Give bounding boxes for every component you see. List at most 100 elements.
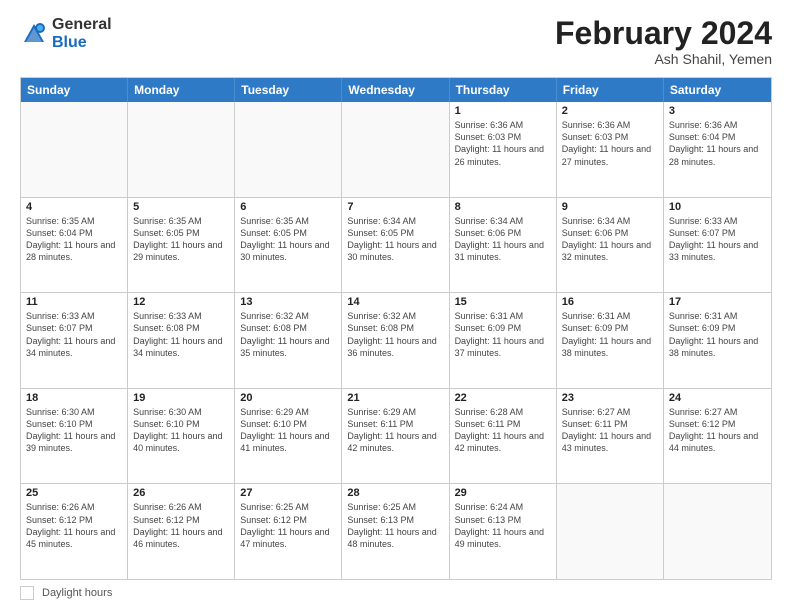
calendar-cell: 15Sunrise: 6:31 AM Sunset: 6:09 PM Dayli… bbox=[450, 293, 557, 388]
cell-detail: Sunrise: 6:29 AM Sunset: 6:10 PM Dayligh… bbox=[240, 406, 336, 455]
cell-detail: Sunrise: 6:31 AM Sunset: 6:09 PM Dayligh… bbox=[669, 310, 766, 359]
calendar-cell: 1Sunrise: 6:36 AM Sunset: 6:03 PM Daylig… bbox=[450, 102, 557, 197]
calendar-cell: 5 Sunrise: 6:35 AM Sunset: 6:05 PM Daylig… bbox=[128, 198, 235, 293]
day-number: 12 bbox=[133, 296, 229, 308]
calendar-cell: 10 Sunrise: 6:33 AM Sunset: 6:07 PM Dayli… bbox=[664, 198, 771, 293]
daylight-hours-label: Daylight hours bbox=[42, 587, 112, 599]
day-number: 29 bbox=[455, 487, 551, 499]
cell-detail: Sunrise: 6:33 AM Sunset: 6:08 PM Dayligh… bbox=[133, 310, 229, 359]
daylight-box bbox=[20, 586, 34, 600]
calendar: SundayMondayTuesdayWednesdayThursdayFrid… bbox=[20, 77, 772, 580]
cell-detail: Sunrise: 6:29 AM Sunset: 6:11 PM Dayligh… bbox=[347, 406, 443, 455]
logo-general: General bbox=[52, 16, 112, 34]
day-number: 16 bbox=[562, 296, 658, 308]
calendar-cell: 23Sunrise: 6:27 AM Sunset: 6:11 PM Dayli… bbox=[557, 389, 664, 484]
logo-icon bbox=[20, 20, 48, 48]
calendar-cell bbox=[664, 484, 771, 579]
day-number: 26 bbox=[133, 487, 229, 499]
cell-detail: Sunrise: 6:33 AM Sunset: 6:07 PM Dayligh… bbox=[669, 215, 766, 264]
calendar-cell: 18Sunrise: 6:30 AM Sunset: 6:10 PM Dayli… bbox=[21, 389, 128, 484]
calendar-cell: 14 Sunrise: 6:32 AM Sunset: 6:08 PM Dayli… bbox=[342, 293, 449, 388]
calendar-cell bbox=[128, 102, 235, 197]
calendar-week: 11 Sunrise: 6:33 AM Sunset: 6:07 PM Dayli… bbox=[21, 293, 771, 389]
cell-detail: Sunrise: 6:34 AM Sunset: 6:05 PM Dayligh… bbox=[347, 215, 443, 264]
page: General Blue February 2024 Ash Shahil, Y… bbox=[0, 0, 792, 612]
calendar-header-cell: Friday bbox=[557, 78, 664, 102]
day-number: 14 bbox=[347, 296, 443, 308]
calendar-cell: 21 Sunrise: 6:29 AM Sunset: 6:11 PM Dayli… bbox=[342, 389, 449, 484]
day-number: 8 bbox=[455, 201, 551, 213]
day-number: 11 bbox=[26, 296, 122, 308]
calendar-cell: 19 Sunrise: 6:30 AM Sunset: 6:10 PM Dayli… bbox=[128, 389, 235, 484]
cell-detail: Sunrise: 6:32 AM Sunset: 6:08 PM Dayligh… bbox=[347, 310, 443, 359]
cell-detail: Sunrise: 6:28 AM Sunset: 6:11 PM Dayligh… bbox=[455, 406, 551, 455]
day-number: 4 bbox=[26, 201, 122, 213]
title-block: February 2024 Ash Shahil, Yemen bbox=[555, 16, 772, 67]
calendar-body: 1Sunrise: 6:36 AM Sunset: 6:03 PM Daylig… bbox=[21, 102, 771, 579]
day-number: 6 bbox=[240, 201, 336, 213]
calendar-cell: 27 Sunrise: 6:25 AM Sunset: 6:12 PM Dayli… bbox=[235, 484, 342, 579]
cell-detail: Sunrise: 6:36 AM Sunset: 6:04 PM Dayligh… bbox=[669, 119, 766, 168]
calendar-cell: 9 Sunrise: 6:34 AM Sunset: 6:06 PM Daylig… bbox=[557, 198, 664, 293]
day-number: 2 bbox=[562, 105, 658, 117]
day-number: 3 bbox=[669, 105, 766, 117]
cell-detail: Sunrise: 6:27 AM Sunset: 6:11 PM Dayligh… bbox=[562, 406, 658, 455]
day-number: 22 bbox=[455, 392, 551, 404]
calendar-cell: 29 Sunrise: 6:24 AM Sunset: 6:13 PM Dayli… bbox=[450, 484, 557, 579]
calendar-cell: 2 Sunrise: 6:36 AM Sunset: 6:03 PM Daylig… bbox=[557, 102, 664, 197]
calendar-cell: 28Sunrise: 6:25 AM Sunset: 6:13 PM Dayli… bbox=[342, 484, 449, 579]
cell-detail: Sunrise: 6:36 AM Sunset: 6:03 PM Dayligh… bbox=[562, 119, 658, 168]
location: Ash Shahil, Yemen bbox=[555, 51, 772, 67]
cell-detail: Sunrise: 6:35 AM Sunset: 6:05 PM Dayligh… bbox=[133, 215, 229, 264]
calendar-header-cell: Sunday bbox=[21, 78, 128, 102]
cell-detail: Sunrise: 6:25 AM Sunset: 6:12 PM Dayligh… bbox=[240, 501, 336, 550]
day-number: 28 bbox=[347, 487, 443, 499]
day-number: 24 bbox=[669, 392, 766, 404]
cell-detail: Sunrise: 6:24 AM Sunset: 6:13 PM Dayligh… bbox=[455, 501, 551, 550]
day-number: 5 bbox=[133, 201, 229, 213]
calendar-cell: 13Sunrise: 6:32 AM Sunset: 6:08 PM Dayli… bbox=[235, 293, 342, 388]
calendar-cell bbox=[235, 102, 342, 197]
calendar-week: 25 Sunrise: 6:26 AM Sunset: 6:12 PM Dayli… bbox=[21, 484, 771, 579]
day-number: 15 bbox=[455, 296, 551, 308]
calendar-cell: 25 Sunrise: 6:26 AM Sunset: 6:12 PM Dayli… bbox=[21, 484, 128, 579]
day-number: 27 bbox=[240, 487, 336, 499]
calendar-cell: 16 Sunrise: 6:31 AM Sunset: 6:09 PM Dayli… bbox=[557, 293, 664, 388]
cell-detail: Sunrise: 6:26 AM Sunset: 6:12 PM Dayligh… bbox=[133, 501, 229, 550]
day-number: 10 bbox=[669, 201, 766, 213]
day-number: 9 bbox=[562, 201, 658, 213]
header: General Blue February 2024 Ash Shahil, Y… bbox=[20, 16, 772, 67]
calendar-cell: 3 Sunrise: 6:36 AM Sunset: 6:04 PM Daylig… bbox=[664, 102, 771, 197]
calendar-cell bbox=[21, 102, 128, 197]
calendar-cell: 12 Sunrise: 6:33 AM Sunset: 6:08 PM Dayli… bbox=[128, 293, 235, 388]
calendar-cell bbox=[557, 484, 664, 579]
day-number: 17 bbox=[669, 296, 766, 308]
calendar-header-cell: Tuesday bbox=[235, 78, 342, 102]
cell-detail: Sunrise: 6:35 AM Sunset: 6:04 PM Dayligh… bbox=[26, 215, 122, 264]
cell-detail: Sunrise: 6:35 AM Sunset: 6:05 PM Dayligh… bbox=[240, 215, 336, 264]
calendar-cell: 26 Sunrise: 6:26 AM Sunset: 6:12 PM Dayli… bbox=[128, 484, 235, 579]
calendar-cell: 4 Sunrise: 6:35 AM Sunset: 6:04 PM Daylig… bbox=[21, 198, 128, 293]
cell-detail: Sunrise: 6:34 AM Sunset: 6:06 PM Dayligh… bbox=[562, 215, 658, 264]
day-number: 13 bbox=[240, 296, 336, 308]
day-number: 21 bbox=[347, 392, 443, 404]
cell-detail: Sunrise: 6:26 AM Sunset: 6:12 PM Dayligh… bbox=[26, 501, 122, 550]
calendar-cell: 24 Sunrise: 6:27 AM Sunset: 6:12 PM Dayli… bbox=[664, 389, 771, 484]
calendar-cell: 22 Sunrise: 6:28 AM Sunset: 6:11 PM Dayli… bbox=[450, 389, 557, 484]
calendar-header-row: SundayMondayTuesdayWednesdayThursdayFrid… bbox=[21, 78, 771, 102]
cell-detail: Sunrise: 6:27 AM Sunset: 6:12 PM Dayligh… bbox=[669, 406, 766, 455]
calendar-cell: 8Sunrise: 6:34 AM Sunset: 6:06 PM Daylig… bbox=[450, 198, 557, 293]
calendar-cell: 7 Sunrise: 6:34 AM Sunset: 6:05 PM Daylig… bbox=[342, 198, 449, 293]
calendar-cell: 11 Sunrise: 6:33 AM Sunset: 6:07 PM Dayli… bbox=[21, 293, 128, 388]
calendar-cell: 20Sunrise: 6:29 AM Sunset: 6:10 PM Dayli… bbox=[235, 389, 342, 484]
day-number: 25 bbox=[26, 487, 122, 499]
footer: Daylight hours bbox=[20, 586, 772, 600]
calendar-cell: 17 Sunrise: 6:31 AM Sunset: 6:09 PM Dayli… bbox=[664, 293, 771, 388]
cell-detail: Sunrise: 6:33 AM Sunset: 6:07 PM Dayligh… bbox=[26, 310, 122, 359]
cell-detail: Sunrise: 6:31 AM Sunset: 6:09 PM Dayligh… bbox=[562, 310, 658, 359]
cell-detail: Sunrise: 6:30 AM Sunset: 6:10 PM Dayligh… bbox=[133, 406, 229, 455]
logo-blue: Blue bbox=[52, 34, 112, 52]
calendar-cell bbox=[342, 102, 449, 197]
day-number: 7 bbox=[347, 201, 443, 213]
day-number: 19 bbox=[133, 392, 229, 404]
